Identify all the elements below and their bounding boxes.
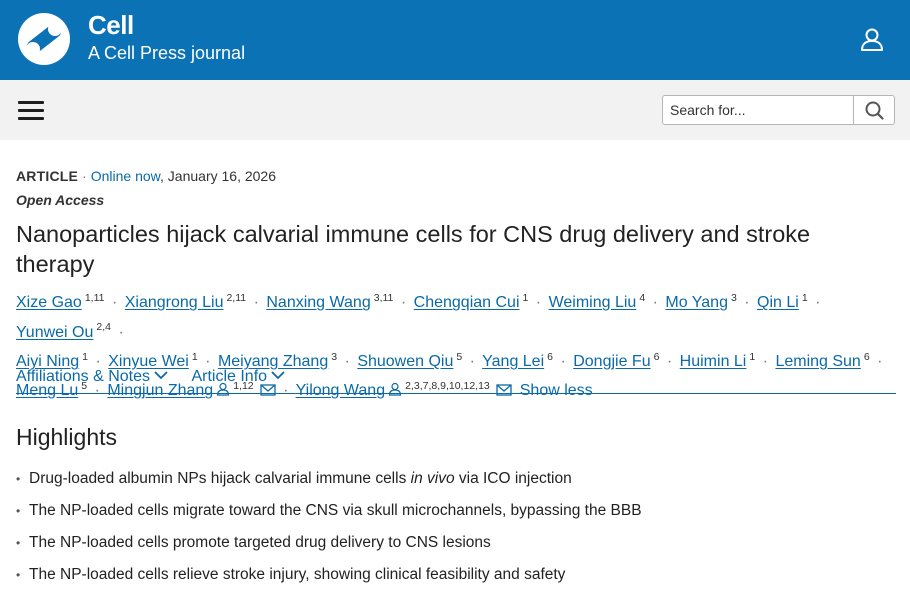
highlights-heading: Highlights [16, 424, 117, 450]
affiliation-superscript[interactable]: 6 [547, 351, 553, 363]
tab-article-info[interactable]: Article Info [191, 368, 286, 386]
affiliation-superscript[interactable]: 2,4 [96, 321, 111, 333]
site-header: Cell A Cell Press journal [0, 0, 910, 80]
open-access-label: Open Access [16, 192, 105, 208]
highlight-text: The NP-loaded cells migrate toward the C… [29, 502, 642, 519]
affiliation-superscript[interactable]: 3 [731, 292, 737, 304]
author-separator: · [111, 294, 118, 312]
author-name-link[interactable]: Shuowen Qiu [357, 353, 453, 370]
highlight-item: The NP-loaded cells promote targeted dru… [16, 531, 896, 563]
author-item: Nanxing Wang 3,11 [266, 292, 394, 311]
affiliation-superscript[interactable]: 5 [456, 351, 462, 363]
highlight-text-end: via ICO injection [454, 470, 572, 487]
search-icon [865, 101, 884, 120]
affiliation-superscript[interactable]: 6 [654, 351, 660, 363]
author-separator: · [815, 294, 821, 312]
show-less-link[interactable]: Show less [520, 382, 593, 399]
affiliation-superscript[interactable]: 1 [749, 351, 755, 363]
brand-subtitle[interactable]: A Cell Press journal [88, 43, 245, 64]
corresponding-author-icon [388, 383, 402, 396]
highlight-item: Drug-loaded albumin NPs hijack calvarial… [16, 467, 896, 499]
highlight-item: The NP-loaded cells migrate toward the C… [16, 499, 896, 531]
search-button[interactable] [853, 95, 895, 125]
author-item: Xiangrong Liu 2,11 [125, 292, 246, 311]
author-separator: · [666, 352, 673, 370]
author-name-link[interactable]: Chengqian Cui [414, 294, 520, 311]
affiliation-superscript[interactable]: 1 [192, 351, 198, 363]
meta-separator: · [82, 168, 87, 184]
author-item: Mo Yang 3 [665, 292, 737, 311]
article-meta: ARTICLE · Online now, January 16, 2026 [16, 168, 276, 184]
author-separator: · [744, 294, 750, 312]
author-name-link[interactable]: Xiangrong Liu [125, 294, 224, 311]
author-item: Chengqian Cui 1 [414, 292, 529, 311]
author-separator: · [400, 294, 407, 312]
affiliation-superscript[interactable]: 1 [802, 292, 808, 304]
affiliation-superscript[interactable]: 1 [82, 351, 88, 363]
author-separator: · [535, 294, 542, 312]
author-item: Xize Gao 1,11 [16, 292, 105, 311]
affiliation-superscript[interactable]: 1,11 [85, 292, 105, 304]
email-icon[interactable] [496, 384, 512, 396]
author-name-link[interactable]: Weiming Liu [549, 294, 637, 311]
author-name-link[interactable]: Leming Sun [775, 353, 860, 370]
author-separator: · [253, 294, 259, 312]
author-name-link[interactable]: Qin Li [757, 294, 799, 311]
highlights-list: Drug-loaded albumin NPs hijack calvarial… [16, 467, 896, 589]
article-tabs: Affiliations & Notes Article Info [16, 368, 304, 386]
author-item: Yilong Wang 2,3,7,8,9,10,12,13 [296, 380, 512, 399]
author-name-link[interactable]: Yunwei Ou [16, 324, 93, 341]
highlight-italic-text: in vivo [410, 470, 455, 487]
author-separator: · [560, 352, 566, 370]
author-item: Qin Li 1 [757, 292, 808, 311]
tab-affiliations-label: Affiliations & Notes [16, 368, 150, 385]
affiliation-superscript[interactable]: 6 [864, 351, 870, 363]
author-item: Yang Lei 6 [482, 351, 553, 370]
author-separator: · [118, 323, 124, 341]
affiliation-superscript[interactable]: 3 [331, 351, 337, 363]
user-account-icon[interactable] [858, 26, 886, 54]
tab-article-info-label: Article Info [191, 368, 268, 385]
author-separator: · [877, 352, 883, 370]
online-now-link[interactable]: Online now [91, 168, 160, 184]
author-separator: · [762, 352, 768, 370]
author-item: Yunwei Ou 2,4 [16, 321, 111, 341]
chevron-down-icon [271, 371, 285, 380]
author-name-link[interactable]: Dongjie Fu [573, 353, 650, 370]
cell-logo-icon[interactable] [15, 12, 73, 66]
affiliation-superscript[interactable]: 1 [523, 292, 529, 304]
affiliation-superscript[interactable]: 4 [639, 292, 645, 304]
article-type: ARTICLE [16, 168, 79, 184]
highlight-item: The NP-loaded cells relieve stroke injur… [16, 563, 896, 589]
search-input[interactable] [662, 95, 854, 125]
hamburger-menu-icon[interactable] [18, 101, 44, 121]
author-name-link[interactable]: Yang Lei [482, 353, 544, 370]
publication-date: , January 16, 2026 [160, 168, 276, 184]
affiliation-superscript[interactable]: 2,3,7,8,9,10,12,13 [405, 380, 490, 392]
brand-title[interactable]: Cell [88, 10, 134, 41]
highlight-text: The NP-loaded cells relieve stroke injur… [29, 566, 566, 583]
highlight-text: Drug-loaded albumin NPs hijack calvarial… [29, 470, 411, 487]
email-icon[interactable] [259, 384, 276, 396]
tab-affiliations[interactable]: Affiliations & Notes [16, 368, 169, 386]
author-separator: · [652, 294, 658, 312]
author-separator: · [344, 352, 350, 370]
tabs-divider [16, 393, 896, 394]
author-item: Dongjie Fu 6 [573, 351, 660, 370]
author-name-link[interactable]: Huimin Li [680, 353, 747, 370]
author-name-link[interactable]: Yilong Wang [296, 382, 386, 399]
author-name-link[interactable]: Nanxing Wang [266, 294, 370, 311]
chevron-down-icon [154, 371, 168, 380]
author-item: Huimin Li 1 [680, 351, 756, 370]
highlight-text: The NP-loaded cells promote targeted dru… [29, 534, 491, 551]
author-item: Leming Sun 6 [775, 351, 870, 370]
author-name-link[interactable]: Mo Yang [665, 294, 728, 311]
author-name-link[interactable]: Xize Gao [16, 294, 82, 311]
article-title: Nanoparticles hijack calvarial immune ce… [16, 221, 811, 277]
author-separator: · [469, 352, 475, 370]
author-item: Shuowen Qiu 5 [357, 351, 462, 370]
author-item: Weiming Liu 4 [549, 292, 646, 311]
affiliation-superscript[interactable]: 3,11 [374, 292, 394, 304]
affiliation-superscript[interactable]: 2,11 [226, 292, 246, 304]
